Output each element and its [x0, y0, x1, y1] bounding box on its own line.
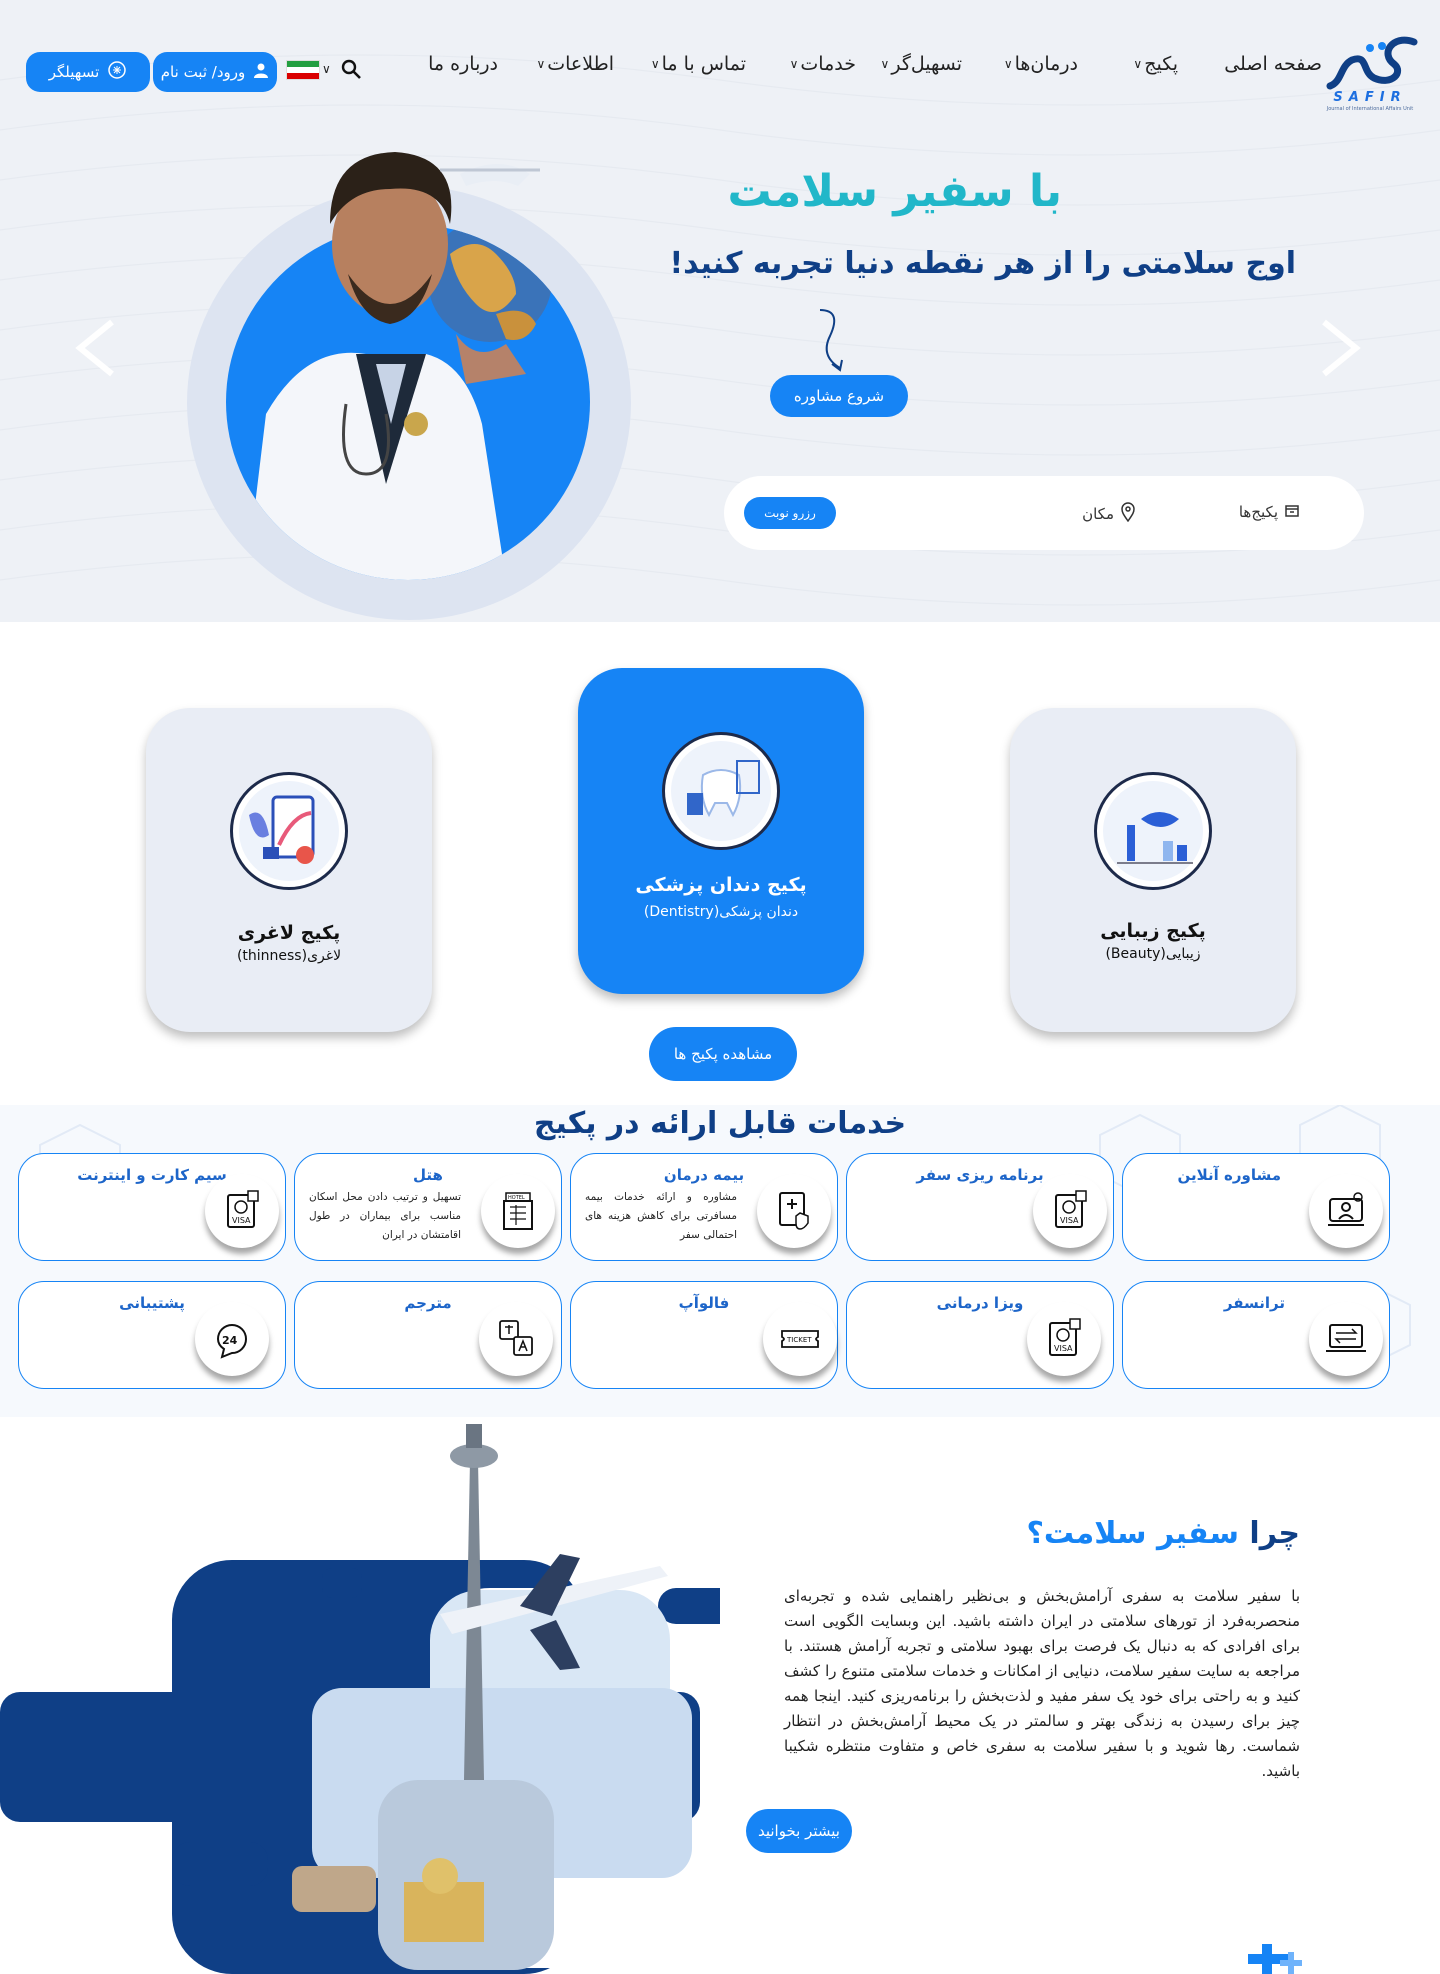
online-consult-icon: [1309, 1174, 1383, 1248]
svg-text:VISA: VISA: [1054, 1344, 1073, 1353]
visa-icon: VISA: [1033, 1174, 1107, 1248]
iran-flag-icon[interactable]: [286, 60, 320, 80]
search-icon[interactable]: [340, 58, 362, 80]
why-collage-image: [0, 1424, 720, 1974]
svg-text:VISA: VISA: [1060, 1216, 1079, 1225]
location-filter[interactable]: مکان: [1082, 502, 1136, 526]
service-title: ترانسفر: [1223, 1294, 1285, 1312]
brain-icon: [107, 60, 127, 84]
nav-package[interactable]: پکیج ∨: [1133, 50, 1178, 78]
service-trip-planning[interactable]: برنامه ریزی سفر VISA: [846, 1153, 1114, 1261]
svg-text:HOTEL: HOTEL: [508, 1195, 525, 1201]
chevron-down-icon: ∨: [789, 57, 799, 71]
package-title: پکیج دندان پزشکی: [635, 874, 807, 896]
logo-mark: [1326, 36, 1418, 90]
doctor-head-image: [330, 152, 540, 324]
hero-title: با سفیر سلامت: [727, 166, 1062, 217]
chevron-down-icon: ∨: [1003, 57, 1013, 71]
svg-text:24: 24: [222, 1334, 238, 1347]
services-title: خدمات قابل ارائه در پکیج: [533, 1106, 907, 1141]
svg-text:TICKET: TICKET: [786, 1336, 812, 1344]
visa-icon: VISA: [205, 1174, 279, 1248]
packages-filter[interactable]: پکیج‌ها: [1239, 502, 1300, 522]
package-subtitle: لاغری(thinness): [236, 948, 342, 964]
translate-icon: [479, 1302, 553, 1376]
slider-next-arrow-icon[interactable]: [1318, 318, 1364, 378]
why-title: چرا سفیر سلامت؟: [1026, 1516, 1301, 1551]
location-pin-icon: [1120, 502, 1136, 526]
package-card-dentistry[interactable]: پکیج دندان پزشکی دندان پزشکی(Dentistry): [578, 668, 864, 994]
visa-icon: VISA: [1027, 1302, 1101, 1376]
box-icon: [1284, 502, 1300, 522]
nav-info[interactable]: اطلاعات ∨: [536, 50, 614, 78]
why-description: با سفیر سلامت به سفری آرامش‌بخش و بی‌نظی…: [784, 1587, 1300, 1780]
tooth-icon: [662, 732, 780, 850]
nav-contact[interactable]: تماس با ما ∨: [651, 50, 746, 78]
beauty-icon: [1094, 772, 1212, 890]
service-title: مشاوره آنلاین: [1177, 1166, 1281, 1184]
plus-decoration-icon: [1248, 1944, 1302, 1974]
weight-loss-icon: [230, 772, 348, 890]
package-card-thinness[interactable]: پکیج لاغری لاغری(thinness): [146, 708, 432, 1032]
search-bar: پکیج‌ها مکان رزرو نوبت: [724, 476, 1364, 550]
user-icon: [253, 62, 269, 82]
package-card-beauty[interactable]: پکیج زیبایی زیبایی(Beauty): [1010, 708, 1296, 1032]
logo-text: SAFIR: [1333, 90, 1407, 105]
service-medical-visa[interactable]: ویزا درمانی VISA: [846, 1281, 1114, 1389]
package-subtitle: زیبایی(Beauty): [1105, 946, 1201, 962]
service-follow-up[interactable]: فالوآپ TICKET: [570, 1281, 838, 1389]
chevron-down-icon: ∨: [1133, 57, 1143, 71]
service-description: تسهیل و ترتیب دادن محل اسکان مناسب برای …: [309, 1191, 461, 1241]
chevron-down-icon: ∨: [650, 57, 660, 71]
nav-home[interactable]: صفحه اصلی: [1224, 50, 1322, 78]
ticket-icon: TICKET: [763, 1302, 837, 1376]
package-subtitle: دندان پزشکی(Dentistry): [643, 904, 799, 920]
site-logo[interactable]: SAFIR Journal of International Affairs U…: [1322, 34, 1418, 112]
start-consultation-button[interactable]: شروع مشاوره: [770, 375, 908, 417]
service-translator[interactable]: مترجم: [294, 1281, 562, 1389]
service-health-insurance[interactable]: بیمه درمان مشاوره و ارائه خدمات بیمه مسا…: [570, 1153, 838, 1261]
chevron-down-icon: ∨: [536, 57, 546, 71]
package-title: پکیج لاغری: [237, 922, 341, 944]
nav-facilitator[interactable]: تسهیل‌گر ∨: [881, 50, 962, 78]
package-title: پکیج زیبایی: [1100, 920, 1206, 942]
nav-services[interactable]: خدمات ∨: [790, 50, 856, 78]
hotel-icon: HOTEL: [481, 1174, 555, 1248]
service-description: مشاوره و ارائه خدمات بیمه مسافرتی برای ک…: [585, 1191, 737, 1241]
read-more-button[interactable]: بیشتر بخوانید: [746, 1809, 852, 1853]
language-chevron-icon[interactable]: ∨: [322, 62, 331, 76]
service-online-consult[interactable]: مشاوره آنلاین: [1122, 1153, 1390, 1261]
reserve-appointment-button[interactable]: رزرو نوبت: [744, 497, 836, 529]
view-packages-button[interactable]: مشاهده پکیج ها: [649, 1027, 797, 1081]
login-register-button[interactable]: ورود/ ثبت نام: [153, 52, 277, 92]
service-sim-internet[interactable]: سیم کارت و اینترنت VISA: [18, 1153, 286, 1261]
facilitator-button[interactable]: تسهیلگر: [26, 52, 150, 92]
chevron-down-icon: ∨: [880, 57, 890, 71]
hero-subtitle: اوج سلامتی را از هر نقطه دنیا تجربه کنید…: [669, 246, 1296, 281]
support-24-icon: 24: [195, 1302, 269, 1376]
logo-subtitle: Journal of International Affairs Unit: [1326, 106, 1414, 112]
transfer-icon: [1309, 1302, 1383, 1376]
service-hotel[interactable]: هتل تسهیل و ترتیب دادن محل اسکان مناسب ب…: [294, 1153, 562, 1261]
svg-text:VISA: VISA: [232, 1216, 251, 1225]
slider-prev-arrow-icon[interactable]: [72, 318, 118, 378]
service-support[interactable]: پشتیبانی 24: [18, 1281, 286, 1389]
service-transfer[interactable]: ترانسفر: [1122, 1281, 1390, 1389]
curved-arrow-icon: [819, 309, 843, 372]
nav-treatments[interactable]: درمان‌ها ∨: [1004, 50, 1078, 78]
insurance-icon: [757, 1174, 831, 1248]
nav-about[interactable]: درباره ما: [428, 50, 498, 78]
